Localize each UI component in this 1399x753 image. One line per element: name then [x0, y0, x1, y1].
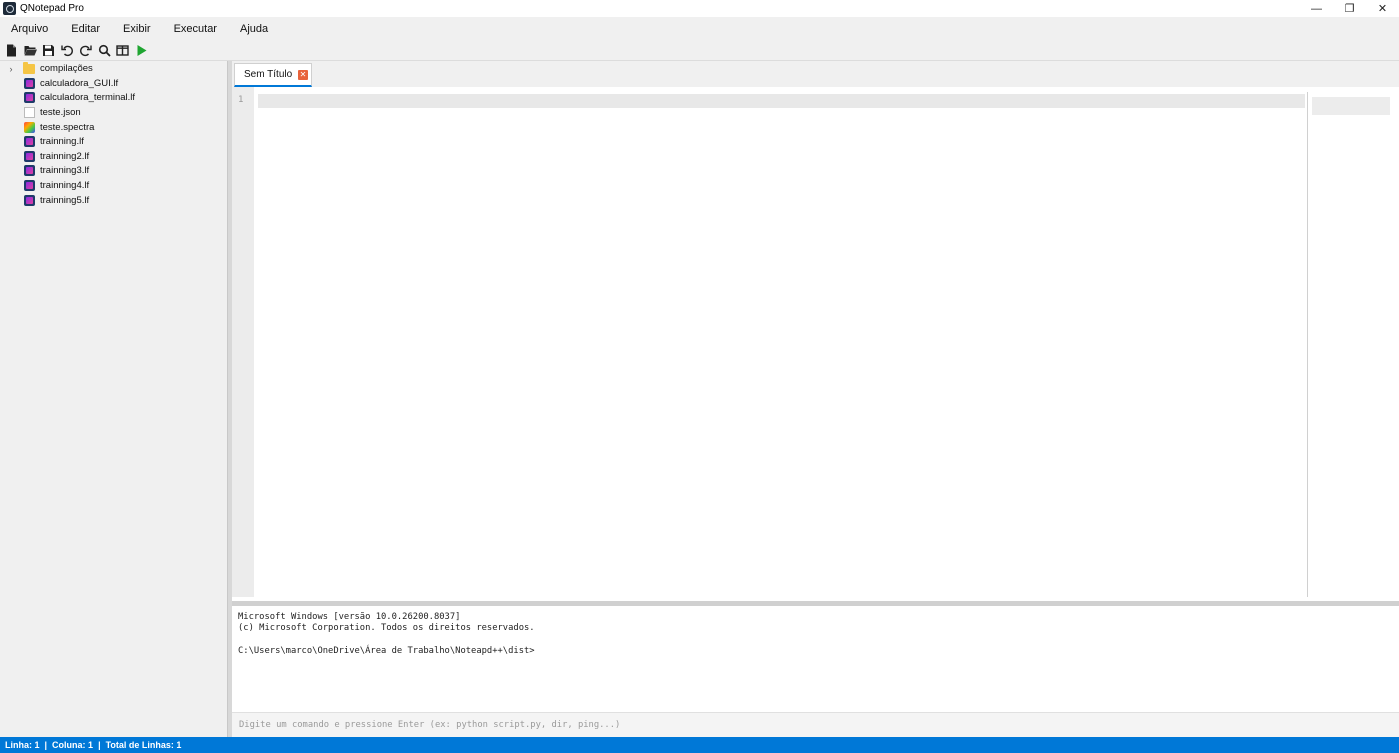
tree-file[interactable]: calculadora_terminal.lf [0, 91, 135, 106]
code-editor[interactable]: 1 [232, 87, 1399, 601]
terminal-line: Microsoft Windows [versão 10.0.26200.803… [238, 612, 461, 622]
tree-file[interactable]: trainning3.lf [0, 164, 89, 179]
tree-item-label: calculadora_terminal.lf [40, 92, 136, 104]
tree-item-label: trainning3.lf [40, 165, 90, 177]
close-button[interactable]: ✕ [1366, 0, 1399, 17]
save-icon [43, 44, 54, 56]
app-logo-icon [3, 2, 16, 15]
status-bar: Linha: 1 | Coluna: 1 | Total de Linhas: … [0, 737, 1399, 753]
tab-bar: Sem Título ✕ [232, 61, 1399, 87]
undo-button[interactable] [59, 42, 76, 59]
spectra-file-icon [24, 121, 35, 133]
command-input[interactable] [232, 713, 1399, 737]
menu-exibir[interactable]: Exibir [112, 23, 163, 35]
status-line: Linha: 1 [5, 740, 40, 750]
expand-arrow-icon[interactable]: › [5, 64, 17, 74]
menu-executar[interactable]: Executar [163, 23, 229, 35]
lf-file-icon [24, 92, 35, 104]
tree-item-label: calculadora_GUI.lf [40, 77, 119, 89]
status-column: Coluna: 1 [52, 740, 94, 750]
tree-file[interactable]: trainning.lf [0, 135, 84, 150]
line-number-gutter: 1 [232, 87, 254, 597]
status-total-lines: Total de Linhas: 1 [105, 740, 182, 750]
minimize-button[interactable]: — [1300, 0, 1333, 17]
terminal-line: (c) Microsoft Corporation. Todos os dire… [238, 623, 535, 634]
minimap-divider [1307, 92, 1308, 597]
command-bar [232, 712, 1399, 737]
terminal-output: Microsoft Windows [versão 10.0.26200.803… [232, 606, 1399, 712]
new-file-button[interactable] [3, 42, 20, 59]
toolbar [0, 40, 1399, 61]
minimap-viewport[interactable] [1312, 97, 1390, 115]
tree-item-label: teste.json [40, 107, 81, 119]
status-separator: | [98, 740, 101, 750]
new-file-icon [7, 44, 16, 56]
tree-file[interactable]: calculadora_GUI.lf [0, 76, 118, 91]
undo-icon [60, 45, 73, 56]
current-line-highlight [258, 94, 1305, 108]
menu-ajuda[interactable]: Ajuda [229, 23, 280, 35]
terminal-line: C:\Users\marco\OneDrive\Área de Trabalho… [238, 645, 535, 656]
folder-icon [23, 61, 35, 74]
window-controls: — ❐ ✕ [1300, 0, 1399, 17]
window-title: QNotepad Pro [20, 3, 84, 14]
tree-file[interactable]: trainning2.lf [0, 149, 89, 164]
tree-file[interactable]: teste.spectra [0, 120, 94, 135]
file-explorer: › compilações calculadora_GUI.lf calcula… [0, 61, 228, 737]
tab-label: Sem Título [244, 69, 293, 80]
tree-item-label: trainning5.lf [40, 194, 90, 206]
tree-item-label: trainning4.lf [40, 180, 90, 192]
lf-file-icon [24, 165, 35, 177]
tree-item-label: trainning.lf [40, 136, 84, 148]
redo-icon [80, 45, 92, 56]
lf-file-icon [24, 136, 35, 148]
title-bar: QNotepad Pro — ❐ ✕ [0, 0, 1399, 17]
restore-button[interactable]: ❐ [1333, 0, 1366, 17]
line-number: 1 [238, 95, 244, 105]
run-icon [137, 44, 146, 56]
redo-button[interactable] [77, 42, 94, 59]
lf-file-icon [24, 180, 35, 192]
tree-item-label: trainning2.lf [40, 150, 90, 162]
tab-close-icon[interactable]: ✕ [298, 70, 308, 80]
json-file-icon [24, 107, 35, 119]
save-button[interactable] [40, 42, 57, 59]
run-button[interactable] [133, 42, 150, 59]
tab-sem-titulo[interactable]: Sem Título ✕ [234, 63, 312, 87]
search-button[interactable] [96, 42, 113, 59]
open-folder-button[interactable] [22, 42, 39, 59]
menu-editar[interactable]: Editar [60, 23, 112, 35]
split-view-icon [116, 44, 129, 56]
lf-file-icon [24, 77, 35, 89]
tree-item-label: compilações [40, 63, 93, 75]
search-icon [98, 44, 111, 57]
open-folder-icon [24, 45, 37, 55]
lf-file-icon [24, 194, 35, 206]
split-view-button[interactable] [114, 42, 131, 59]
tree-item-label: teste.spectra [40, 121, 95, 133]
tree-file[interactable]: teste.json [0, 105, 81, 120]
tree-file[interactable]: trainning4.lf [0, 178, 89, 193]
lf-file-icon [24, 150, 35, 162]
menu-bar: Arquivo Editar Exibir Executar Ajuda [0, 17, 1399, 40]
menu-arquivo[interactable]: Arquivo [0, 23, 60, 35]
status-separator: | [44, 740, 48, 750]
tree-file[interactable]: trainning5.lf [0, 193, 89, 208]
tree-folder-compilacoes[interactable]: › compilações [0, 61, 93, 77]
